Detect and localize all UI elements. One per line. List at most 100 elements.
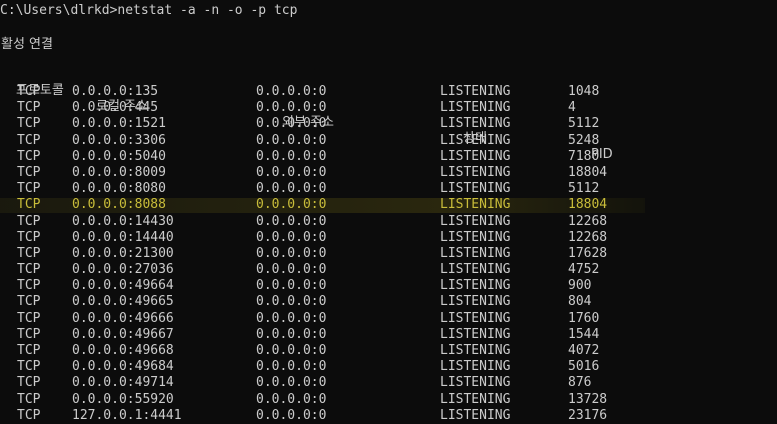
- row-foreign-address: 0.0.0.0:0: [256, 359, 327, 375]
- row-local-address: 127.0.0.1:4441: [72, 407, 182, 423]
- row-proto: TCP: [17, 326, 41, 342]
- row-local-address: 0.0.0.0:49684: [72, 359, 174, 375]
- row-local-address: 0.0.0.0:3306: [72, 132, 166, 148]
- row-proto: TCP: [17, 375, 41, 391]
- table-row: TCP 0.0.0.0:445 0.0.0.0:0 LISTENING 4: [0, 100, 777, 116]
- row-state: LISTENING: [440, 262, 511, 278]
- row-foreign-address: 0.0.0.0:0: [256, 343, 327, 358]
- row-local-address: 0.0.0.0:49714: [72, 375, 174, 391]
- row-foreign-address: 0.0.0.0:0: [256, 164, 327, 180]
- row-local-address: 0.0.0.0:8009: [72, 164, 166, 180]
- row-pid: 18804: [568, 197, 608, 213]
- table-row: TCP 0.0.0.0:21300 0.0.0.0:0 LISTENING 17628: [0, 246, 777, 262]
- row-state: LISTENING: [440, 132, 511, 148]
- row-local-address: 0.0.0.0:5040: [72, 148, 166, 164]
- row-proto: TCP: [17, 359, 41, 375]
- table-header: 프로토콜 로컬 주소 외부 주소 상태 PID: [0, 67, 613, 162]
- row-pid: 1048: [568, 84, 600, 99]
- table-row: TCP 0.0.0.0:49665 0.0.0.0:0 LISTENING 804: [0, 294, 777, 310]
- row-pid: 7180: [568, 148, 600, 164]
- row-pid: 17628: [568, 245, 608, 261]
- row-proto: TCP: [17, 229, 41, 245]
- row-state: LISTENING: [440, 116, 511, 132]
- row-state: LISTENING: [440, 181, 511, 197]
- command-text: netstat -a -n -o -p tcp: [117, 3, 298, 18]
- row-foreign-address: 0.0.0.0:0: [256, 148, 327, 164]
- table-row: TCP 0.0.0.0:49664 0.0.0.0:0 LISTENING 900: [0, 278, 777, 294]
- row-pid: 876: [568, 375, 592, 391]
- row-local-address: 0.0.0.0:135: [72, 84, 159, 99]
- row-proto: TCP: [17, 164, 41, 180]
- row-foreign-address: 0.0.0.0:0: [256, 116, 327, 132]
- row-pid: 4752: [568, 262, 600, 278]
- row-state: LISTENING: [440, 245, 511, 261]
- row-local-address: 0.0.0.0:49668: [72, 343, 174, 358]
- table-row: TCP 0.0.0.0:55920 0.0.0.0:0 LISTENING 13728: [0, 392, 777, 408]
- row-foreign-address: 0.0.0.0:0: [256, 375, 327, 391]
- row-local-address: 0.0.0.0:1521: [72, 116, 166, 132]
- row-foreign-address: 0.0.0.0:0: [256, 326, 327, 342]
- table-row: TCP 0.0.0.0:8080 0.0.0.0:0 LISTENING 5112: [0, 181, 777, 197]
- row-pid: 4072: [568, 343, 600, 358]
- row-state: LISTENING: [440, 148, 511, 164]
- row-proto: TCP: [17, 262, 41, 278]
- row-foreign-address: 0.0.0.0:0: [256, 262, 327, 278]
- row-local-address: 0.0.0.0:27036: [72, 262, 174, 278]
- row-local-address: 0.0.0.0:55920: [72, 391, 174, 407]
- row-local-address: 0.0.0.0:49665: [72, 294, 174, 310]
- row-proto: TCP: [17, 197, 41, 213]
- row-state: LISTENING: [440, 359, 511, 375]
- row-proto: TCP: [17, 100, 41, 116]
- table-row: TCP 0.0.0.0:5040 0.0.0.0:0 LISTENING 7180: [0, 149, 777, 165]
- row-state: LISTENING: [440, 278, 511, 294]
- row-proto: TCP: [17, 84, 41, 99]
- row-state: LISTENING: [440, 391, 511, 407]
- row-foreign-address: 0.0.0.0:0: [256, 294, 327, 310]
- row-foreign-address: 0.0.0.0:0: [256, 245, 327, 261]
- row-local-address: 0.0.0.0:21300: [72, 245, 174, 261]
- command-line[interactable]: C:\Users\dlrkd>netstat -a -n -o -p tcp: [0, 3, 297, 19]
- row-state: LISTENING: [440, 326, 511, 342]
- row-foreign-address: 0.0.0.0:0: [256, 197, 327, 213]
- row-proto: TCP: [17, 213, 41, 229]
- row-foreign-address: 0.0.0.0:0: [256, 84, 327, 99]
- row-local-address: 0.0.0.0:49666: [72, 310, 174, 326]
- row-local-address: 0.0.0.0:49664: [72, 278, 174, 294]
- row-proto: TCP: [17, 148, 41, 164]
- row-local-address: 0.0.0.0:49667: [72, 326, 174, 342]
- prompt-path: C:\Users\dlrkd>: [0, 3, 118, 18]
- row-local-address: 0.0.0.0:8080: [72, 181, 166, 197]
- row-foreign-address: 0.0.0.0:0: [256, 100, 327, 116]
- table-row: TCP 0.0.0.0:49668 0.0.0.0:0 LISTENING 4072: [0, 343, 777, 359]
- connection-list: TCP 0.0.0.0:135 0.0.0.0:0 LISTENING 1048 TCP 0…: [0, 84, 777, 424]
- row-state: LISTENING: [440, 164, 511, 180]
- row-proto: TCP: [17, 343, 41, 358]
- row-foreign-address: 0.0.0.0:0: [256, 407, 327, 423]
- row-foreign-address: 0.0.0.0:0: [256, 391, 327, 407]
- table-row: TCP 0.0.0.0:8009 0.0.0.0:0 LISTENING 18804: [0, 165, 777, 181]
- row-state: LISTENING: [440, 310, 511, 326]
- row-state: LISTENING: [440, 294, 511, 310]
- table-row: TCP 0.0.0.0:49714 0.0.0.0:0 LISTENING 876: [0, 375, 777, 391]
- row-state: LISTENING: [440, 197, 511, 213]
- row-foreign-address: 0.0.0.0:0: [256, 229, 327, 245]
- terminal-window[interactable]: C:\Users\dlrkd>netstat -a -n -o -p tcp 활…: [0, 0, 777, 423]
- row-state: LISTENING: [440, 407, 511, 423]
- row-pid: 5112: [568, 116, 600, 132]
- table-row: TCP 0.0.0.0:8088 0.0.0.0:0 LISTENING 18804: [0, 197, 777, 214]
- row-proto: TCP: [17, 407, 41, 423]
- table-row: TCP 0.0.0.0:27036 0.0.0.0:0 LISTENING 4752: [0, 262, 777, 278]
- row-local-address: 0.0.0.0:445: [72, 100, 159, 116]
- table-row: TCP 0.0.0.0:135 0.0.0.0:0 LISTENING 1048: [0, 84, 777, 100]
- row-local-address: 0.0.0.0:8088: [72, 197, 166, 213]
- row-state: LISTENING: [440, 213, 511, 229]
- row-state: LISTENING: [440, 343, 511, 358]
- row-pid: 1544: [568, 326, 600, 342]
- row-local-address: 0.0.0.0:14440: [72, 229, 174, 245]
- table-row: TCP 127.0.0.1:4441 0.0.0.0:0 LISTENING 23176: [0, 408, 777, 424]
- row-pid: 1760: [568, 310, 600, 326]
- row-foreign-address: 0.0.0.0:0: [256, 310, 327, 326]
- table-row: TCP 0.0.0.0:1521 0.0.0.0:0 LISTENING 5112: [0, 116, 777, 132]
- row-foreign-address: 0.0.0.0:0: [256, 132, 327, 148]
- row-foreign-address: 0.0.0.0:0: [256, 181, 327, 197]
